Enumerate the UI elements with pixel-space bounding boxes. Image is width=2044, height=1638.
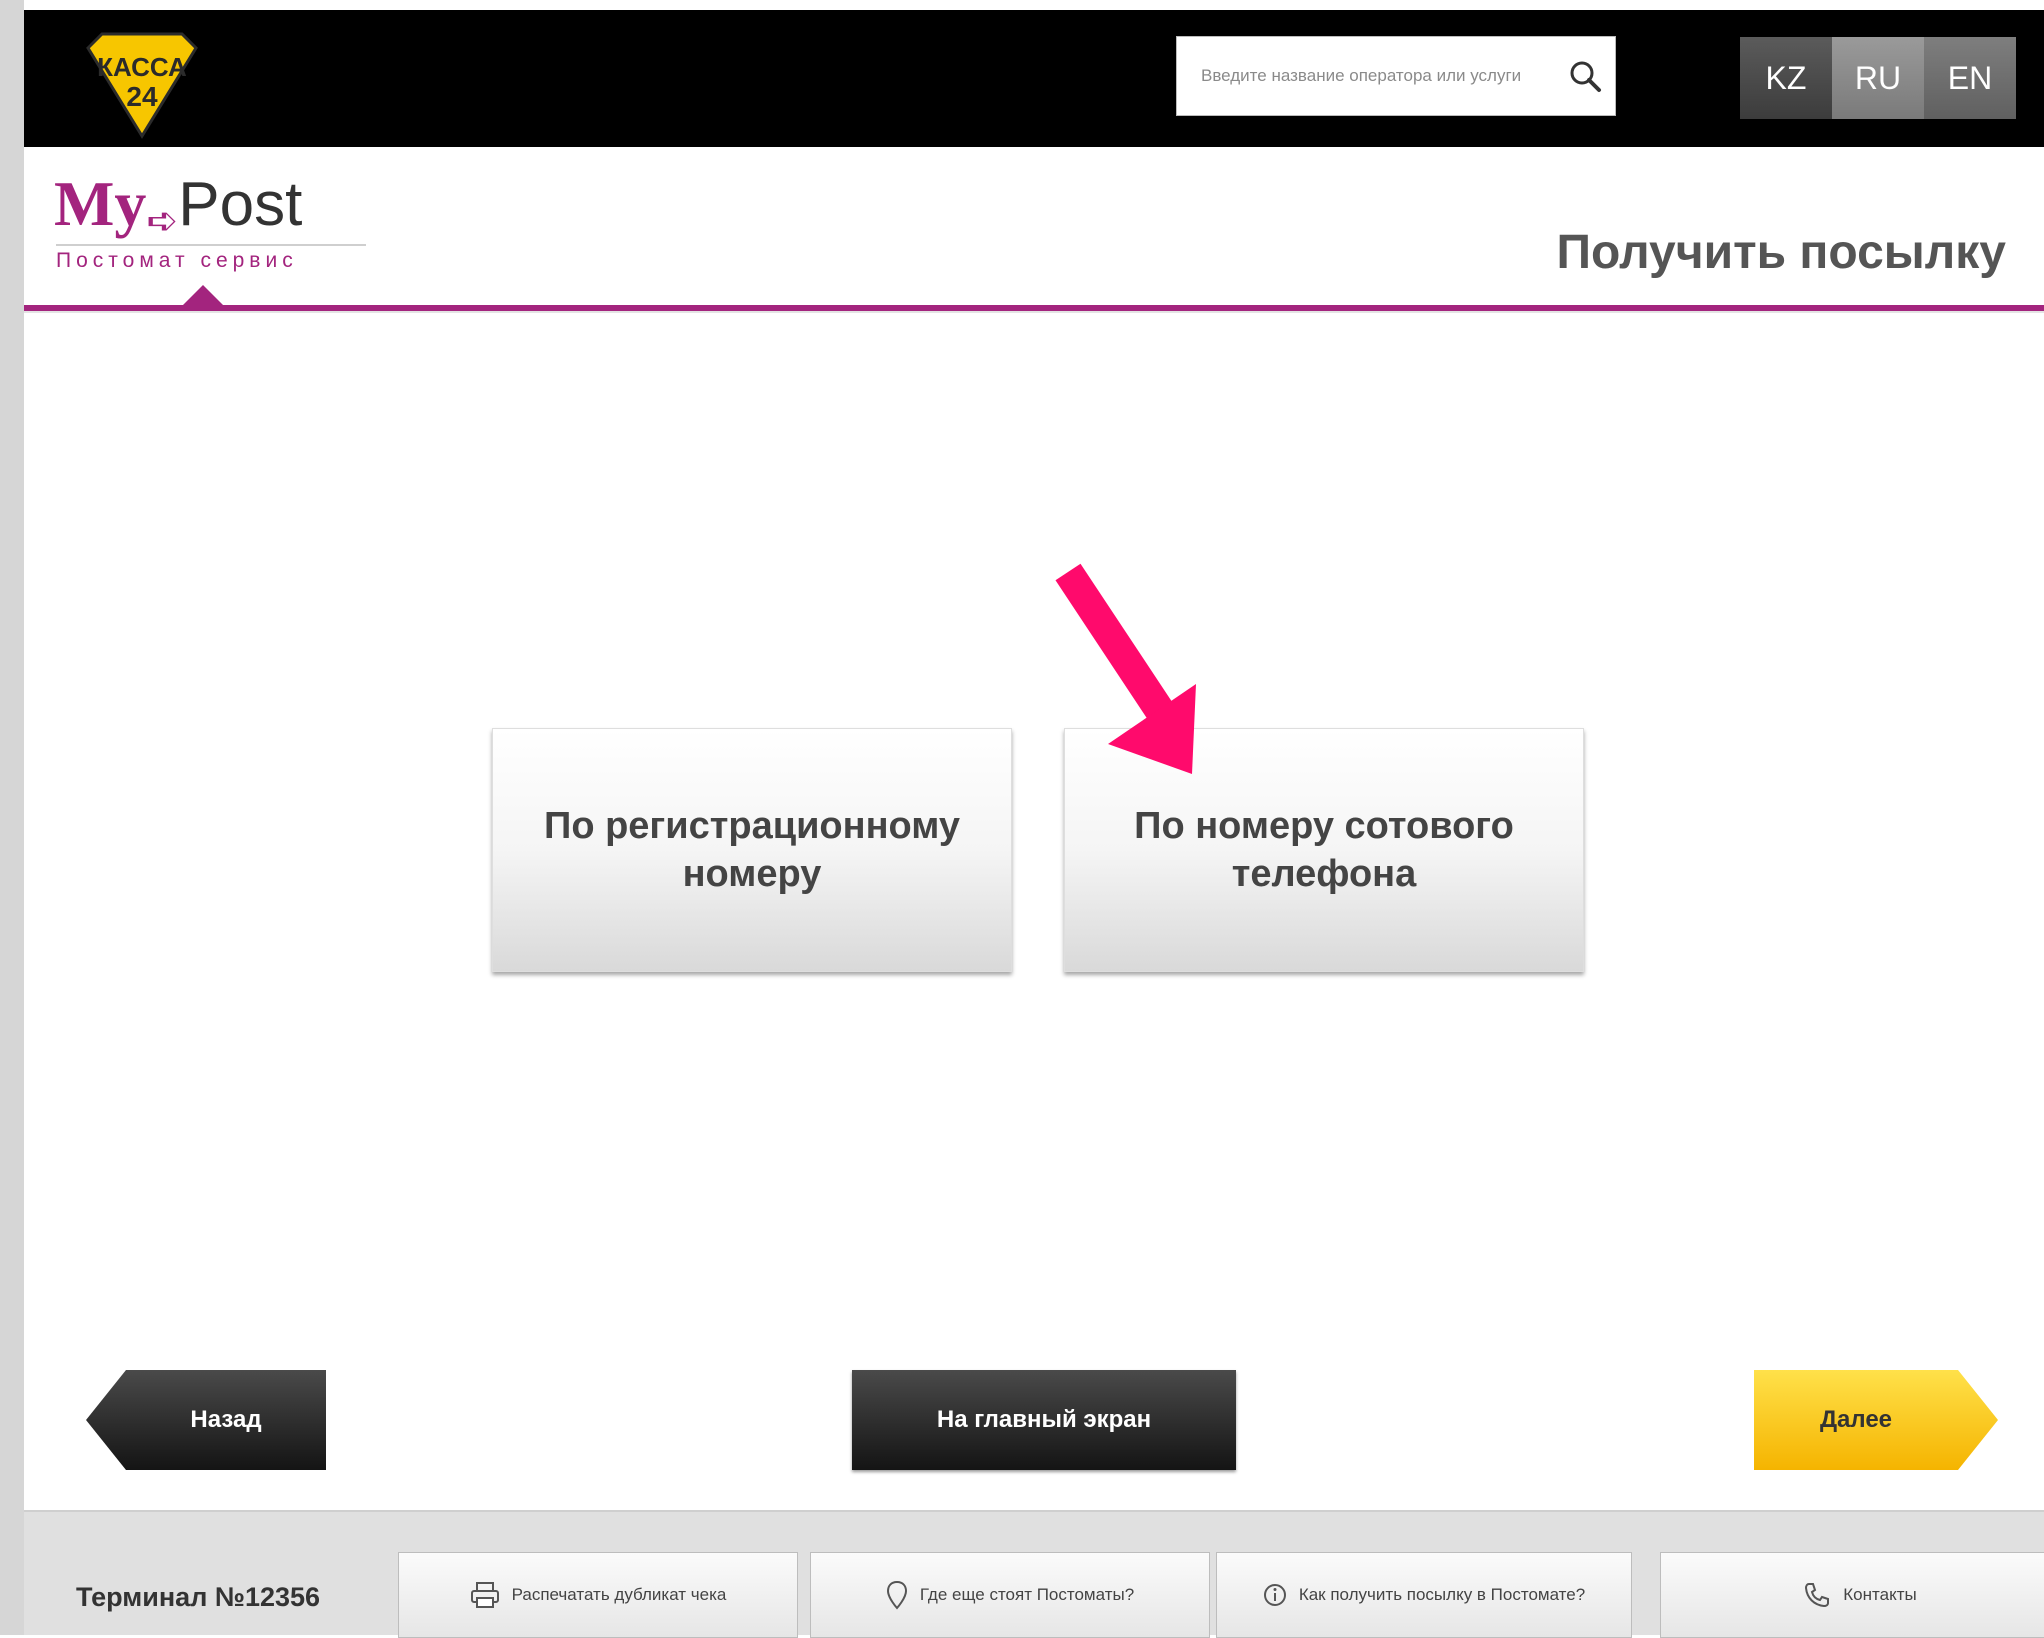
page-title: Получить посылку bbox=[1556, 226, 2006, 279]
lang-en-button[interactable]: EN bbox=[1924, 37, 2016, 119]
search-icon[interactable] bbox=[1555, 59, 1615, 93]
print-duplicate-receipt-button[interactable]: Распечатать дубликат чека bbox=[398, 1552, 798, 1638]
how-to-receive-button[interactable]: Как получить посылку в Постомате? bbox=[1216, 1552, 1632, 1638]
kassa24-logo-text-bottom: 24 bbox=[126, 81, 158, 112]
top-bar: КАССА 24 KZ RU EN bbox=[24, 10, 2044, 147]
kassa24-logo-text-top: КАССА bbox=[97, 52, 187, 82]
next-button[interactable]: Далее bbox=[1754, 1370, 1998, 1470]
search-input[interactable] bbox=[1177, 36, 1555, 116]
mypost-logo: My➪Post bbox=[54, 167, 302, 243]
mypost-subtitle: Постомат сервис bbox=[56, 249, 298, 272]
phone-icon bbox=[1805, 1583, 1830, 1608]
mypost-logo-post: Post bbox=[178, 170, 303, 239]
lang-kz-button[interactable]: KZ bbox=[1740, 37, 1832, 119]
where-postomats-button[interactable]: Где еще стоят Постоматы? bbox=[810, 1552, 1210, 1638]
envelope-arrow-icon: ➪ bbox=[146, 200, 179, 243]
option-registration-number-button[interactable]: По регистрационному номеру bbox=[492, 728, 1012, 972]
contacts-label: Контакты bbox=[1843, 1585, 1917, 1604]
left-frame-edge bbox=[0, 0, 24, 1635]
pointer-arrow-icon bbox=[1055, 563, 1196, 774]
terminal-number: Терминал №12356 bbox=[76, 1582, 321, 1612]
home-screen-button[interactable]: На главный экран bbox=[852, 1370, 1236, 1470]
header-notch bbox=[183, 285, 223, 305]
printer-icon bbox=[470, 1582, 499, 1608]
print-duplicate-receipt-label: Распечатать дубликат чека bbox=[511, 1585, 727, 1604]
where-postomats-label: Где еще стоят Постоматы? bbox=[919, 1585, 1135, 1604]
back-button[interactable]: Назад bbox=[86, 1370, 326, 1470]
contacts-button[interactable]: Контакты bbox=[1660, 1552, 2044, 1638]
kassa24-logo: КАССА 24 bbox=[86, 32, 198, 139]
info-icon bbox=[1263, 1584, 1286, 1606]
logo-divider bbox=[56, 244, 366, 246]
location-pin-icon bbox=[886, 1580, 907, 1610]
language-switcher: KZ RU EN bbox=[1740, 37, 2016, 119]
search-box[interactable] bbox=[1176, 36, 1616, 116]
footer-bar: Терминал №12356 Распечатать дубликат чек… bbox=[24, 1512, 2044, 1638]
brand-header: My➪Post Постомат сервис Получить посылку bbox=[24, 147, 2044, 307]
header-shadow bbox=[24, 311, 2044, 313]
lang-ru-button[interactable]: RU bbox=[1832, 37, 1924, 119]
mypost-logo-my: My bbox=[54, 168, 147, 239]
how-to-receive-label: Как получить посылку в Постомате? bbox=[1298, 1585, 1586, 1604]
